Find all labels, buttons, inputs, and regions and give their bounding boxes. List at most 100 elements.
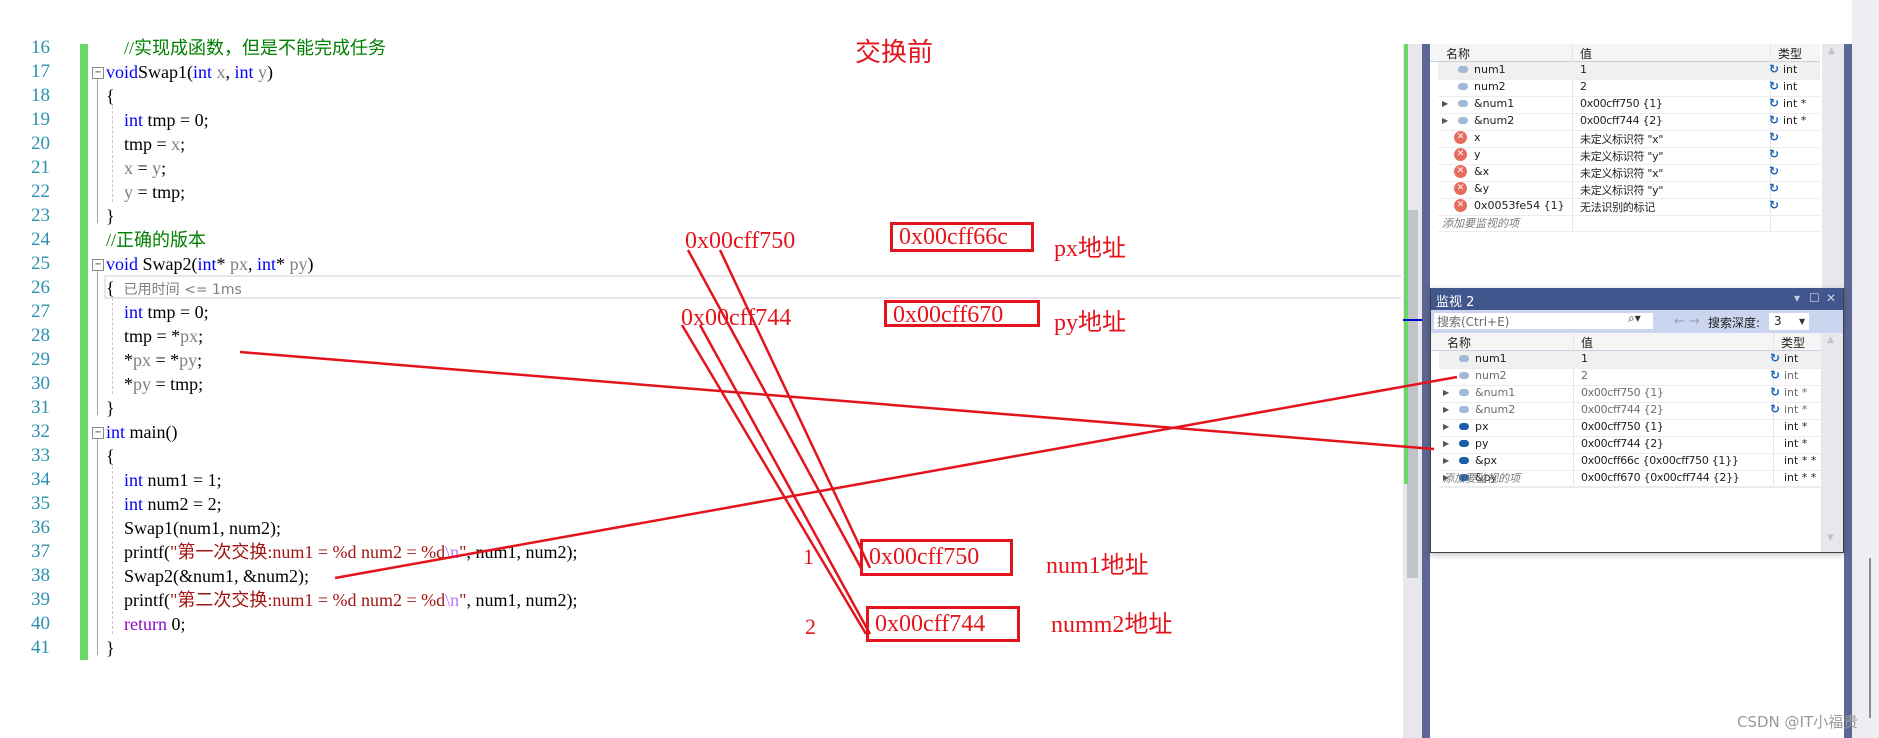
chevron-down-icon[interactable]: ▼: [1799, 313, 1805, 330]
watch-name[interactable]: px: [1475, 420, 1489, 433]
watch-row[interactable]: ✕ &x 未定义标识符 "x" ↻: [1438, 164, 1820, 182]
expand-arrow-icon[interactable]: ▶: [1443, 456, 1449, 465]
watch-value[interactable]: 0x00cff744 {2}: [1581, 437, 1664, 450]
watch-name[interactable]: &num2: [1474, 114, 1514, 127]
refresh-icon[interactable]: ↻: [1770, 402, 1780, 416]
watch-value[interactable]: 0x00cff750 {1}: [1580, 97, 1663, 110]
watch-value[interactable]: 2: [1580, 80, 1587, 93]
watch-value[interactable]: 0x00cff750 {1}: [1581, 420, 1664, 433]
expand-arrow-icon[interactable]: ▶: [1443, 439, 1449, 448]
expand-arrow-icon[interactable]: ▶: [1442, 99, 1448, 108]
outer-scrollbar-track[interactable]: [1852, 0, 1879, 738]
watch-row[interactable]: ✕ &y 未定义标识符 "y" ↻: [1438, 181, 1820, 199]
watch1-scrollbar[interactable]: ▲: [1822, 44, 1844, 288]
collapse-icon[interactable]: −: [92, 427, 104, 439]
watch-row[interactable]: ▶ px 0x00cff750 {1} int *: [1439, 419, 1821, 437]
watch-row[interactable]: ✕ y 未定义标识符 "y" ↻: [1438, 147, 1820, 165]
refresh-icon[interactable]: ↻: [1769, 62, 1779, 76]
perf-tip[interactable]: 已用时间 <= 1ms: [124, 282, 242, 298]
add-watch-placeholder[interactable]: 添加要监视的项: [1442, 215, 1519, 231]
watch-row[interactable]: ▶ &num2 0x00cff744 {2} ↻ int *: [1439, 402, 1821, 420]
watch2-scrollbar[interactable]: ▲ ▼: [1821, 333, 1843, 552]
collapse-icon[interactable]: −: [92, 67, 104, 79]
watch-value[interactable]: 未定义标识符 "x": [1580, 131, 1663, 147]
scroll-up-arrow-icon[interactable]: ▲: [1828, 46, 1835, 56]
watch-name[interactable]: y: [1474, 148, 1481, 161]
watch-name[interactable]: &y: [1474, 182, 1489, 195]
watch-value[interactable]: 2: [1581, 369, 1588, 382]
search-forward-arrow-icon[interactable]: →: [1689, 314, 1700, 329]
watch-name[interactable]: &x: [1474, 165, 1489, 178]
watch-name[interactable]: py: [1475, 437, 1489, 450]
watch-value[interactable]: 未定义标识符 "y": [1580, 182, 1663, 198]
column-header-value[interactable]: 值: [1580, 45, 1592, 62]
watch-row[interactable]: ▶ &num1 0x00cff750 {1} ↻ int *: [1438, 96, 1820, 114]
close-icon[interactable]: ✕: [1826, 291, 1836, 305]
watch-name[interactable]: &num1: [1475, 386, 1515, 399]
watch-value[interactable]: 未定义标识符 "y": [1580, 148, 1663, 164]
refresh-icon[interactable]: ↻: [1769, 198, 1779, 212]
watch-row[interactable]: ▶ &num1 0x00cff750 {1} ↻ int *: [1439, 385, 1821, 403]
outer-scrollbar-thumb[interactable]: [1869, 558, 1871, 718]
column-header-value[interactable]: 值: [1581, 334, 1593, 351]
search-back-arrow-icon[interactable]: ←: [1674, 314, 1685, 329]
editor-scrollbar-thumb[interactable]: [1407, 210, 1418, 578]
watch-row[interactable]: num2 2 ↻ int: [1438, 79, 1820, 97]
watch-name[interactable]: x: [1474, 131, 1481, 144]
watch-row[interactable]: num1 1 ↻ int: [1439, 351, 1821, 369]
watch-value[interactable]: 无法识别的标记: [1580, 199, 1655, 215]
watch-value[interactable]: 1: [1581, 352, 1588, 365]
watch-name[interactable]: num1: [1474, 63, 1506, 76]
watch-value[interactable]: 1: [1580, 63, 1587, 76]
refresh-icon[interactable]: ↻: [1769, 147, 1779, 161]
watch-value[interactable]: 0x00cff744 {2}: [1581, 403, 1664, 416]
refresh-icon[interactable]: ↻: [1770, 385, 1780, 399]
watch-value[interactable]: 未定义标识符 "x": [1580, 165, 1663, 181]
column-header-type[interactable]: 类型: [1781, 334, 1805, 351]
add-watch-row[interactable]: 添加要监视的项: [1439, 470, 1821, 487]
refresh-icon[interactable]: ↻: [1769, 79, 1779, 93]
watch-row[interactable]: ▶ &num2 0x00cff744 {2} ↻ int *: [1438, 113, 1820, 131]
scroll-down-arrow-icon[interactable]: ▼: [1827, 533, 1834, 543]
watch-value[interactable]: 0x00cff744 {2}: [1580, 114, 1663, 127]
refresh-icon[interactable]: ↻: [1769, 130, 1779, 144]
collapse-icon[interactable]: −: [92, 259, 104, 271]
watch2-titlebar[interactable]: 监视 2 ▾ ☐ ✕: [1431, 288, 1843, 310]
column-header-type[interactable]: 类型: [1778, 45, 1802, 62]
watch-row[interactable]: ✕ 0x0053fe54 {1} 无法识别的标记 ↻: [1438, 198, 1820, 216]
watch-row[interactable]: num1 1 ↻ int: [1438, 62, 1820, 80]
expand-arrow-icon[interactable]: ▶: [1443, 388, 1449, 397]
watch-row[interactable]: ✕ x 未定义标识符 "x" ↻: [1438, 130, 1820, 148]
expand-arrow-icon[interactable]: ▶: [1442, 116, 1448, 125]
add-watch-row[interactable]: 添加要监视的项: [1438, 215, 1820, 232]
refresh-icon[interactable]: ↻: [1770, 368, 1780, 382]
search-icon[interactable]: ⌕▾: [1628, 311, 1641, 326]
watch-name[interactable]: &num2: [1475, 403, 1515, 416]
watch-value[interactable]: 0x00cff66c {0x00cff750 {1}}: [1581, 454, 1739, 467]
add-watch-placeholder[interactable]: 添加要监视的项: [1443, 470, 1520, 486]
refresh-icon[interactable]: ↻: [1769, 96, 1779, 110]
watch-row[interactable]: num2 2 ↻ int: [1439, 368, 1821, 386]
code-editor[interactable]: 16 //实现成函数，但是不能完成任务 17 voidSwap1(int x, in…: [0, 0, 1401, 738]
window-options-dropdown-icon[interactable]: ▾: [1794, 291, 1800, 305]
watch-value[interactable]: 0x00cff750 {1}: [1581, 386, 1664, 399]
search-input[interactable]: 搜索(Ctrl+E): [1433, 312, 1654, 330]
watch-row[interactable]: ▶ py 0x00cff744 {2} int *: [1439, 436, 1821, 454]
watch-name[interactable]: num2: [1474, 80, 1506, 93]
column-header-name[interactable]: 名称: [1447, 334, 1471, 351]
watch-name[interactable]: 0x0053fe54 {1}: [1474, 199, 1565, 212]
scroll-up-arrow-icon[interactable]: ▲: [1827, 335, 1834, 345]
watch-name[interactable]: &px: [1475, 454, 1497, 467]
watch-name[interactable]: &num1: [1474, 97, 1514, 110]
column-header-name[interactable]: 名称: [1446, 45, 1470, 62]
refresh-icon[interactable]: ↻: [1769, 113, 1779, 127]
expand-arrow-icon[interactable]: ▶: [1443, 422, 1449, 431]
refresh-icon[interactable]: ↻: [1769, 164, 1779, 178]
watch-name[interactable]: num1: [1475, 352, 1507, 365]
watch-name[interactable]: num2: [1475, 369, 1507, 382]
refresh-icon[interactable]: ↻: [1770, 351, 1780, 365]
watch-row[interactable]: ▶ &px 0x00cff66c {0x00cff750 {1}} int * *: [1439, 453, 1821, 471]
maximize-icon[interactable]: ☐: [1809, 291, 1820, 305]
search-depth-select[interactable]: 3 ▼: [1769, 313, 1809, 330]
expand-arrow-icon[interactable]: ▶: [1443, 405, 1449, 414]
